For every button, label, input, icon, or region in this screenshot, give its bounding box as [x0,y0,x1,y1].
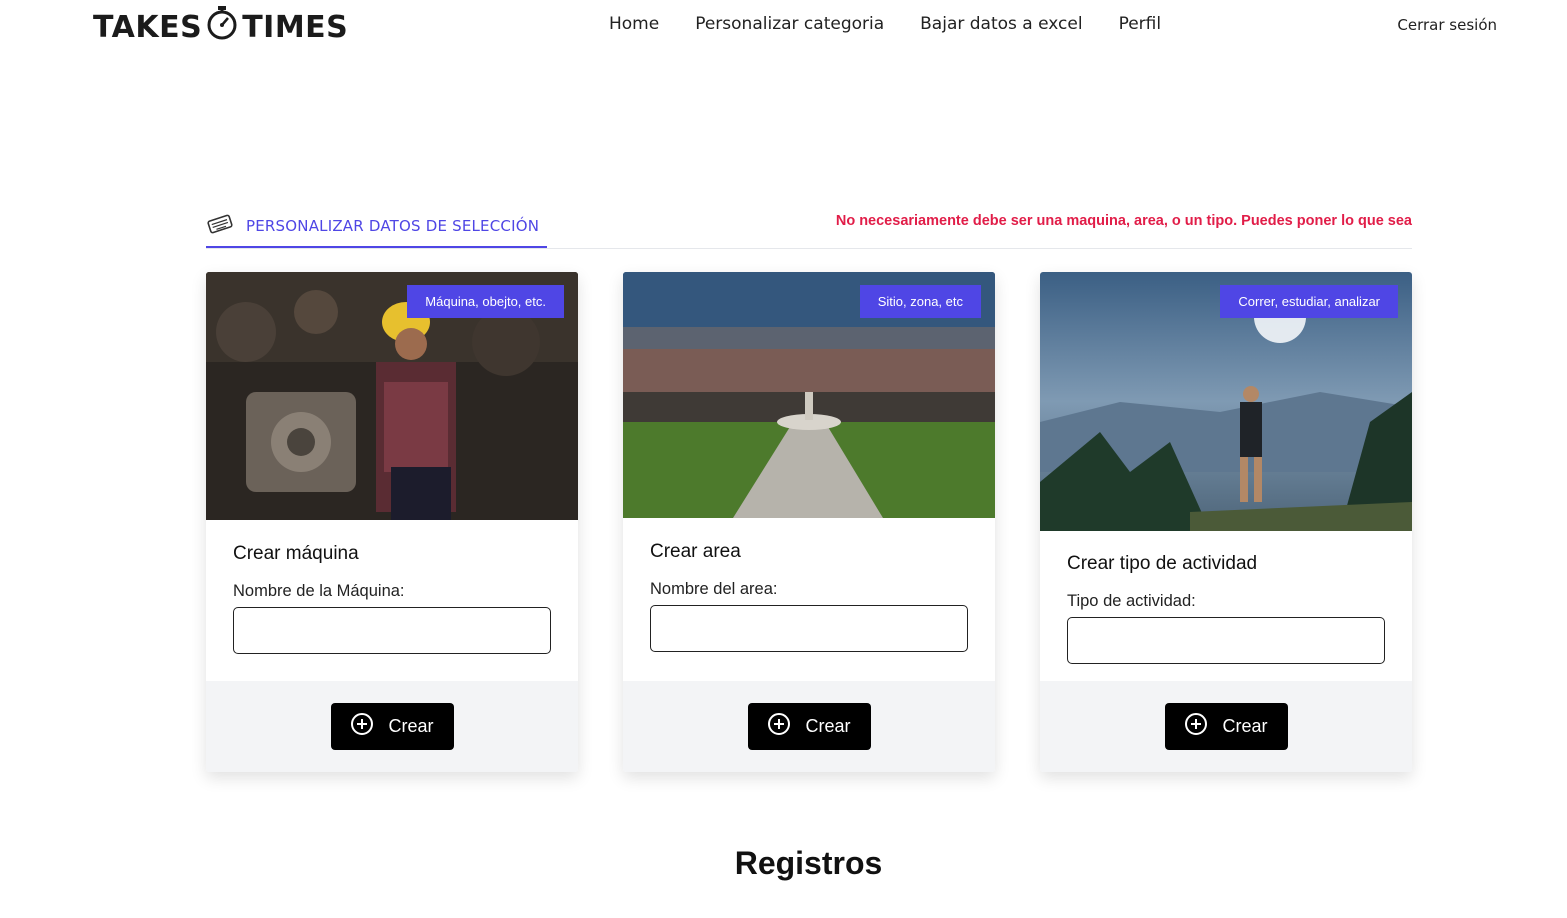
card-title: Crear tipo de actividad [1067,553,1258,574]
nav-home[interactable]: Home [609,14,659,34]
registros-heading: Registros [734,845,883,881]
category-badge: Sitio, zona, etc [859,285,981,318]
logo-text-right: TIMES [242,9,349,45]
nav-personalizar-categoria[interactable]: Personalizar categoria [695,14,884,34]
card-footer: Crear [1040,681,1412,772]
machine-name-label: Nombre de la Máquina: [233,582,405,600]
card-title: Crear area [650,541,741,562]
logo-text-left: TAKES [93,9,203,45]
activity-type-input[interactable] [1067,617,1385,664]
card-footer: Crear [623,681,995,772]
create-machine-button[interactable]: Crear [330,703,454,750]
card-title: Crear máquina [233,543,359,564]
main-nav: Home Personalizar categoria Bajar datos … [609,14,1197,34]
logout-link[interactable]: Cerrar sesión [1397,16,1497,34]
machine-name-input[interactable] [233,607,551,654]
button-label: Crear [1222,716,1268,736]
nav-perfil[interactable]: Perfil [1119,14,1162,34]
plus-circle-icon [350,712,374,741]
tab-personalizar-datos[interactable]: PERSONALIZAR DATOS DE SELECCIÓN [206,206,547,248]
nav-bajar-datos-excel[interactable]: Bajar datos a excel [920,14,1082,34]
card-crear-maquina: Máquina, obejto, etc. Crear máquina Nomb… [206,272,578,772]
keyboard-icon [206,214,234,238]
card-body: Crear area Nombre del area: [623,541,995,652]
card-body: Crear máquina Nombre de la Máquina: [206,543,578,654]
button-label: Crear [805,716,851,736]
button-label: Crear [388,716,434,736]
notice-text: No necesariamente debe ser una maquina, … [835,213,1412,229]
card-footer: Crear [206,681,578,772]
card-image-hiker-mountain: Correr, estudiar, analizar [1040,272,1412,531]
card-body: Crear tipo de actividad Tipo de activida… [1040,553,1412,664]
plus-circle-icon [767,712,791,741]
card-crear-area: Sitio, zona, etc Crear area Nombre del a… [623,272,995,772]
card-image-city-square: Sitio, zona, etc [623,272,995,518]
card-image-factory-worker: Máquina, obejto, etc. [206,272,578,520]
plus-circle-icon [1184,712,1208,741]
tab-label: PERSONALIZAR DATOS DE SELECCIÓN [246,217,540,235]
app-logo[interactable]: TAKES TIMES [93,6,348,48]
create-area-button[interactable]: Crear [747,703,871,750]
section-tab-bar: PERSONALIZAR DATOS DE SELECCIÓN No neces… [206,206,1412,249]
top-navbar: TAKES TIMES Home Personalizar categoria … [0,0,1567,56]
category-badge: Máquina, obejto, etc. [407,285,564,318]
card-crear-tipo-actividad: Correr, estudiar, analizar Crear tipo de… [1040,272,1412,772]
area-name-label: Nombre del area: [650,580,778,598]
category-badge: Correr, estudiar, analizar [1220,285,1398,318]
create-activity-button[interactable]: Crear [1164,703,1288,750]
activity-type-label: Tipo de actividad: [1067,592,1196,610]
area-name-input[interactable] [650,605,968,652]
stopwatch-icon [205,4,239,50]
